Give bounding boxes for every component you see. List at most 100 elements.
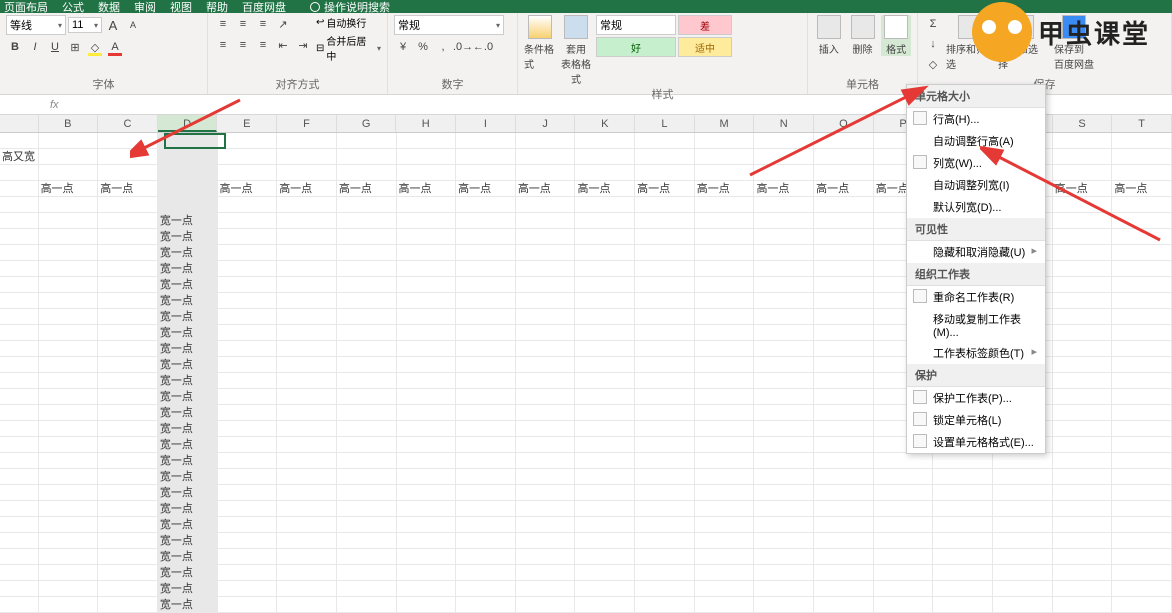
align-right-icon[interactable]: ≡: [254, 36, 272, 54]
cell[interactable]: [218, 469, 278, 484]
cell[interactable]: [337, 389, 397, 404]
cell[interactable]: [456, 597, 516, 612]
cell[interactable]: [39, 245, 99, 260]
cell[interactable]: [39, 341, 99, 356]
cell[interactable]: [337, 261, 397, 276]
cell[interactable]: [754, 165, 814, 180]
cell[interactable]: [98, 469, 158, 484]
cell[interactable]: [993, 549, 1053, 564]
cell[interactable]: 宽一点: [158, 517, 218, 532]
cell[interactable]: 宽一点: [158, 277, 218, 292]
cell[interactable]: [456, 229, 516, 244]
cell[interactable]: [98, 309, 158, 324]
dd-protect-sheet[interactable]: 保护工作表(P)...: [907, 387, 1045, 409]
cell[interactable]: [516, 277, 576, 292]
cell[interactable]: [39, 549, 99, 564]
cell[interactable]: [1112, 421, 1172, 436]
cell[interactable]: [1053, 165, 1113, 180]
cell[interactable]: [456, 133, 516, 148]
cell[interactable]: [933, 517, 993, 532]
cell[interactable]: [1053, 261, 1113, 276]
cell[interactable]: [277, 165, 337, 180]
cell[interactable]: [695, 373, 755, 388]
cell[interactable]: [814, 453, 874, 468]
cell[interactable]: [814, 565, 874, 580]
cell[interactable]: [456, 197, 516, 212]
cell[interactable]: [337, 245, 397, 260]
cell[interactable]: 高一点: [1112, 181, 1172, 196]
cell-style-normal[interactable]: 常规: [596, 15, 676, 35]
increase-font-icon[interactable]: A: [104, 16, 122, 34]
cell[interactable]: 宽一点: [158, 469, 218, 484]
cell[interactable]: [337, 501, 397, 516]
cell[interactable]: [218, 197, 278, 212]
dd-default-width[interactable]: 默认列宽(D)...: [907, 196, 1045, 218]
cell[interactable]: [456, 261, 516, 276]
cell[interactable]: [1053, 293, 1113, 308]
col-header-C[interactable]: C: [98, 115, 158, 132]
cell[interactable]: [1053, 517, 1113, 532]
cell[interactable]: [98, 501, 158, 516]
cell[interactable]: [933, 485, 993, 500]
cell[interactable]: [1112, 261, 1172, 276]
cell[interactable]: 高一点: [635, 181, 695, 196]
col-header-S[interactable]: S: [1053, 115, 1113, 132]
cell[interactable]: [1053, 373, 1113, 388]
cell[interactable]: [516, 261, 576, 276]
cell[interactable]: [218, 597, 278, 612]
cell[interactable]: [456, 149, 516, 164]
col-header-B[interactable]: B: [39, 115, 99, 132]
cell[interactable]: [158, 149, 218, 164]
cell[interactable]: [98, 437, 158, 452]
cell[interactable]: [39, 149, 99, 164]
cell[interactable]: [337, 549, 397, 564]
col-header-F[interactable]: F: [277, 115, 337, 132]
cell[interactable]: [1112, 469, 1172, 484]
cell[interactable]: [874, 565, 934, 580]
cell[interactable]: [218, 261, 278, 276]
cell[interactable]: [635, 277, 695, 292]
cell[interactable]: [754, 437, 814, 452]
cell[interactable]: [516, 165, 576, 180]
cell[interactable]: [575, 373, 635, 388]
cell[interactable]: [1112, 565, 1172, 580]
cell[interactable]: [1112, 437, 1172, 452]
cell[interactable]: [1112, 197, 1172, 212]
cell[interactable]: [575, 453, 635, 468]
cell[interactable]: [575, 549, 635, 564]
cell[interactable]: [575, 197, 635, 212]
cell[interactable]: [814, 405, 874, 420]
cell[interactable]: [277, 293, 337, 308]
cell[interactable]: [695, 149, 755, 164]
cell[interactable]: [1112, 133, 1172, 148]
dd-col-width[interactable]: 列宽(W)...: [907, 152, 1045, 174]
cell[interactable]: [874, 517, 934, 532]
cell[interactable]: [277, 325, 337, 340]
cell[interactable]: [277, 229, 337, 244]
cell[interactable]: [397, 245, 457, 260]
align-center-icon[interactable]: ≡: [234, 36, 252, 54]
cell[interactable]: 宽一点: [158, 597, 218, 612]
cell[interactable]: [98, 325, 158, 340]
cell[interactable]: [695, 485, 755, 500]
cell[interactable]: 高一点: [695, 181, 755, 196]
cell[interactable]: 高一点: [277, 181, 337, 196]
cell[interactable]: [814, 309, 874, 324]
cell[interactable]: [98, 357, 158, 372]
cell[interactable]: [993, 469, 1053, 484]
cell[interactable]: [814, 197, 874, 212]
col-header-L[interactable]: L: [635, 115, 695, 132]
cell[interactable]: [635, 453, 695, 468]
cell[interactable]: [1053, 277, 1113, 292]
cell[interactable]: [98, 277, 158, 292]
cell[interactable]: [277, 405, 337, 420]
cell[interactable]: [575, 469, 635, 484]
cell[interactable]: [1112, 277, 1172, 292]
cell[interactable]: [218, 341, 278, 356]
cell[interactable]: [98, 453, 158, 468]
cell[interactable]: 宽一点: [158, 485, 218, 500]
cell[interactable]: [695, 133, 755, 148]
cell[interactable]: [98, 565, 158, 580]
cell[interactable]: [39, 213, 99, 228]
cell[interactable]: 高一点: [754, 181, 814, 196]
